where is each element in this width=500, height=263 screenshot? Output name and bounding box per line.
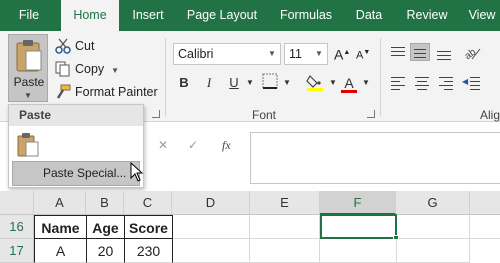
paste-special-menu-item[interactable]: Paste Special... — [12, 161, 140, 186]
cell-a17[interactable]: A — [34, 239, 87, 263]
increase-font-icon: A▲ — [334, 46, 351, 63]
cell-g17[interactable] — [397, 239, 470, 263]
cell-b17[interactable]: 20 — [86, 239, 125, 263]
chevron-down-icon: ▼ — [268, 49, 276, 58]
ribbon-tab-bar: File Home Insert Page Layout Formulas Da… — [0, 0, 500, 34]
scissors-icon — [55, 38, 71, 54]
chevron-down-icon[interactable]: ▼ — [244, 73, 256, 93]
align-right-icon[interactable] — [436, 74, 456, 92]
bottom-align-icon[interactable] — [434, 44, 454, 62]
chevron-down-icon: ▼ — [315, 49, 323, 58]
clipboard-icon — [15, 39, 43, 76]
mouse-pointer-icon — [130, 161, 144, 185]
font-size-select[interactable]: 11 ▼ — [284, 43, 328, 65]
ribbon-separator — [165, 38, 166, 116]
chevron-down-icon: ▼ — [24, 91, 32, 100]
paste-option-icon[interactable] — [17, 133, 39, 160]
font-color-bar — [341, 90, 357, 93]
cell-a16[interactable]: Name — [34, 215, 87, 239]
copy-button[interactable]: Copy ▼ — [55, 59, 125, 79]
italic-button[interactable]: I — [201, 73, 217, 93]
align-left-icon[interactable] — [388, 74, 408, 92]
column-header-g[interactable]: G — [396, 191, 470, 215]
top-align-icon[interactable] — [388, 44, 408, 62]
cut-label: Cut — [75, 39, 95, 53]
borders-icon — [262, 73, 278, 89]
cell-e17[interactable] — [250, 239, 320, 263]
column-header-c[interactable]: C — [124, 191, 172, 215]
tab-formulas[interactable]: Formulas — [270, 0, 342, 31]
bold-button[interactable]: B — [176, 73, 192, 93]
decrease-indent-icon[interactable]: ◀ — [462, 74, 482, 92]
font-name-value: Calibri — [178, 47, 214, 61]
paintbrush-icon — [55, 84, 71, 100]
row-header-17[interactable]: 17 — [0, 239, 34, 263]
chevron-down-icon[interactable]: ▼ — [281, 73, 293, 93]
font-group-label: Font — [252, 108, 277, 122]
enter-icon[interactable]: ✓ — [188, 138, 198, 152]
cell-h16[interactable] — [470, 215, 500, 239]
column-header-f[interactable]: F — [320, 191, 396, 215]
column-header-a[interactable]: A — [34, 191, 86, 215]
cell-c17[interactable]: 230 — [124, 239, 173, 263]
clipboard-dialog-launcher-icon[interactable] — [152, 110, 160, 118]
cell-b16[interactable]: Age — [86, 215, 125, 239]
format-painter-button[interactable]: Format Painter — [55, 82, 158, 102]
tab-review[interactable]: Review — [398, 0, 456, 31]
format-painter-label: Format Painter — [75, 85, 158, 99]
cut-button[interactable]: Cut — [55, 36, 115, 56]
middle-align-icon[interactable] — [410, 43, 430, 61]
copy-icon — [55, 61, 71, 77]
insert-function-icon[interactable]: fx — [222, 138, 231, 153]
tab-file[interactable]: File — [0, 0, 58, 31]
cell-g16[interactable] — [397, 215, 470, 239]
cell-e16[interactable] — [250, 215, 320, 239]
column-header-h[interactable] — [470, 191, 500, 215]
tab-home[interactable]: Home — [61, 0, 119, 34]
column-header-e[interactable]: E — [250, 191, 320, 215]
copy-label: Copy ▼ — [75, 62, 120, 76]
row-header-16[interactable]: 16 — [0, 215, 34, 239]
cell-c16[interactable]: Score — [124, 215, 173, 239]
cancel-icon[interactable]: ✕ — [158, 138, 168, 152]
font-name-select[interactable]: Calibri ▼ — [173, 43, 281, 65]
tab-page-layout[interactable]: Page Layout — [178, 0, 266, 31]
font-color-letter: A — [344, 75, 354, 91]
paste-menu-header: Paste — [9, 105, 143, 126]
chevron-down-icon[interactable]: ▼ — [327, 73, 339, 93]
fill-color-button[interactable] — [305, 73, 325, 93]
decrease-font-icon: A▼ — [356, 49, 371, 62]
decrease-font-size-button[interactable]: A▼ — [356, 43, 374, 63]
tab-data[interactable]: Data — [347, 0, 391, 31]
font-dialog-launcher-icon[interactable] — [367, 110, 375, 118]
column-header-d[interactable]: D — [172, 191, 250, 215]
font-color-button[interactable]: A — [340, 73, 358, 93]
orientation-icon[interactable]: ab — [462, 43, 482, 62]
chevron-down-icon: ▼ — [111, 66, 120, 75]
ribbon-separator — [380, 38, 381, 116]
paste-special-label: Paste Special... — [43, 166, 127, 180]
paste-label: Paste — [13, 75, 45, 89]
paste-button[interactable]: Paste ▼ — [8, 34, 48, 102]
increase-font-size-button[interactable]: A▲ — [334, 43, 352, 63]
alignment-group-label: Alig — [480, 108, 500, 122]
cell-d17[interactable] — [173, 239, 250, 263]
underline-button[interactable]: U — [226, 73, 242, 93]
select-all-corner[interactable] — [0, 191, 34, 215]
borders-button[interactable] — [261, 73, 279, 93]
column-header-b[interactable]: B — [86, 191, 124, 215]
chevron-down-icon[interactable]: ▼ — [360, 73, 372, 93]
font-size-value: 11 — [289, 47, 302, 61]
cell-d16[interactable] — [173, 215, 250, 239]
active-cell-f16[interactable] — [320, 214, 397, 239]
formula-input[interactable] — [250, 132, 500, 184]
tab-insert[interactable]: Insert — [121, 0, 175, 31]
tab-view[interactable]: View — [462, 0, 500, 31]
align-center-icon[interactable] — [412, 74, 432, 92]
cell-f17[interactable] — [320, 239, 397, 263]
paint-bucket-icon — [306, 75, 323, 91]
paste-dropdown-menu: Paste Paste Special... — [8, 104, 144, 188]
